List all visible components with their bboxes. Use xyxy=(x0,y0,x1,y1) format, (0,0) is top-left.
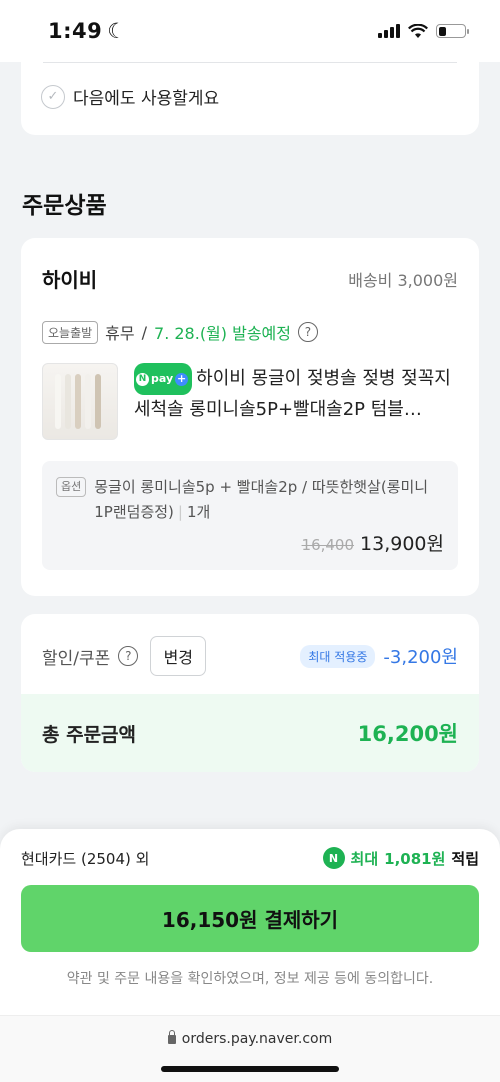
agreement-text: 약관 및 주문 내용을 확인하였으며, 정보 제공 등에 동의합니다. xyxy=(66,971,434,987)
seller-name: 하이비 xyxy=(42,268,98,292)
payment-sheet: 현대카드 (2504) 외 N 최대 1,081원 적립 16,150원 결제하… xyxy=(0,829,500,1082)
check-circle-icon[interactable]: ✓ xyxy=(41,84,65,109)
discount-amount: -3,200원 xyxy=(383,647,458,668)
url-text: orders.pay.naver.com xyxy=(181,1031,333,1047)
product-name-block: Npay + 하이비 몽글이 젖병솔 젖병 젖꼭지 세척솔 롱미니솔5P+빨대솔2P… xyxy=(134,363,456,440)
max-applied-badge: 최대 적용중 xyxy=(300,644,376,668)
reward-info: N 최대 1,081원 적립 xyxy=(322,847,479,869)
option-box: 옵션 몽글이 롱미니솔5p + 빨대솔2p / 따뜻한햇살(롱미니1P랜덤증정)… xyxy=(42,461,458,570)
product-row[interactable]: Npay + 하이비 몽글이 젖병솔 젖병 젖꼭지 세척솔 롱미니솔5P+빨대솔2P… xyxy=(42,363,458,440)
order-item-card: 하이비 배송비 3,000원 오늘출발 휴무 / 7. 28.(월) 발송예정 … xyxy=(21,238,479,596)
change-coupon-button[interactable]: 변경 xyxy=(150,636,207,676)
npay-n-icon: N xyxy=(136,372,149,386)
moon-icon: ☾ xyxy=(107,19,127,43)
reward-max: 최대 xyxy=(350,849,379,868)
status-icons xyxy=(378,23,469,39)
price-line: 16,400 13,900원 xyxy=(302,529,444,556)
reward-tail: 적립 xyxy=(451,849,479,868)
total-row: 총 주문금액 16,200원 xyxy=(21,694,479,772)
wifi-icon xyxy=(408,23,428,38)
ship-slash: / xyxy=(141,322,148,342)
help-icon[interactable]: ? xyxy=(297,322,318,342)
card-name[interactable]: 현대카드 (2504) 외 xyxy=(21,848,149,869)
payment-summary-row: 현대카드 (2504) 외 N 최대 1,081원 적립 xyxy=(21,847,479,869)
option-tag: 옵션 xyxy=(56,477,87,497)
coupon-row: 할인/쿠폰 ? 변경 최대 적용중 -3,200원 xyxy=(42,636,458,676)
pay-button[interactable]: 16,150원 결제하기 xyxy=(21,885,479,952)
status-bar: 1:49 ☾ xyxy=(0,0,500,62)
ship-day: 휴무 xyxy=(105,324,135,343)
total-value: 16,200원 xyxy=(357,722,458,746)
plus-icon: + xyxy=(175,372,189,386)
option-line: 옵션 몽글이 롱미니솔5p + 빨대솔2p / 따뜻한햇살(롱미니1P랜덤증정)… xyxy=(56,475,444,525)
reuse-label: 다음에도 사용할게요 xyxy=(73,89,220,109)
coupon-label: 할인/쿠폰 xyxy=(42,648,111,669)
npay-points-icon: N xyxy=(322,847,345,869)
product-thumbnail xyxy=(42,363,118,440)
status-time: 1:49 ☾ xyxy=(48,19,127,43)
clock-text: 1:49 xyxy=(48,19,103,43)
total-card: 할인/쿠폰 ? 변경 최대 적용중 -3,200원 총 주문금액 16,200원 xyxy=(21,614,479,772)
ship-date: 7. 28.(월) 발송예정 xyxy=(154,324,291,343)
sale-price: 13,900원 xyxy=(360,533,444,555)
help-icon[interactable]: ? xyxy=(118,646,139,666)
url-bar: orders.pay.naver.com xyxy=(0,1015,500,1082)
original-price: 16,400 xyxy=(301,536,355,554)
option-text-block: 몽글이 롱미니솔5p + 빨대솔2p / 따뜻한햇살(롱미니1P랜덤증정) | 1개 xyxy=(94,478,429,521)
divider xyxy=(43,62,457,63)
reuse-checkbox-row[interactable]: ✓ 다음에도 사용할게요 xyxy=(41,84,219,109)
section-title: 주문상품 xyxy=(22,193,107,219)
reward-points: 1,081원 xyxy=(384,849,446,868)
option-qty: 1개 xyxy=(186,503,211,521)
option-text: 몽글이 롱미니솔5p + 빨대솔2p / 따뜻한햇살(롱미니1P랜덤증정) xyxy=(94,478,429,521)
url-row[interactable]: orders.pay.naver.com xyxy=(0,1029,500,1047)
npay-label: pay xyxy=(151,372,174,385)
battery-icon xyxy=(436,24,469,38)
npay-plus-badge: Npay + xyxy=(134,363,193,395)
shipping-info: 오늘출발 휴무 / 7. 28.(월) 발송예정 ? xyxy=(42,320,318,344)
shipping-fee: 배송비 3,000원 xyxy=(348,271,458,290)
total-label: 총 주문금액 xyxy=(42,723,137,746)
today-ship-tag: 오늘출발 xyxy=(42,320,99,344)
signal-icon xyxy=(378,24,400,38)
home-indicator[interactable] xyxy=(161,1066,339,1072)
lock-icon xyxy=(167,1029,176,1044)
